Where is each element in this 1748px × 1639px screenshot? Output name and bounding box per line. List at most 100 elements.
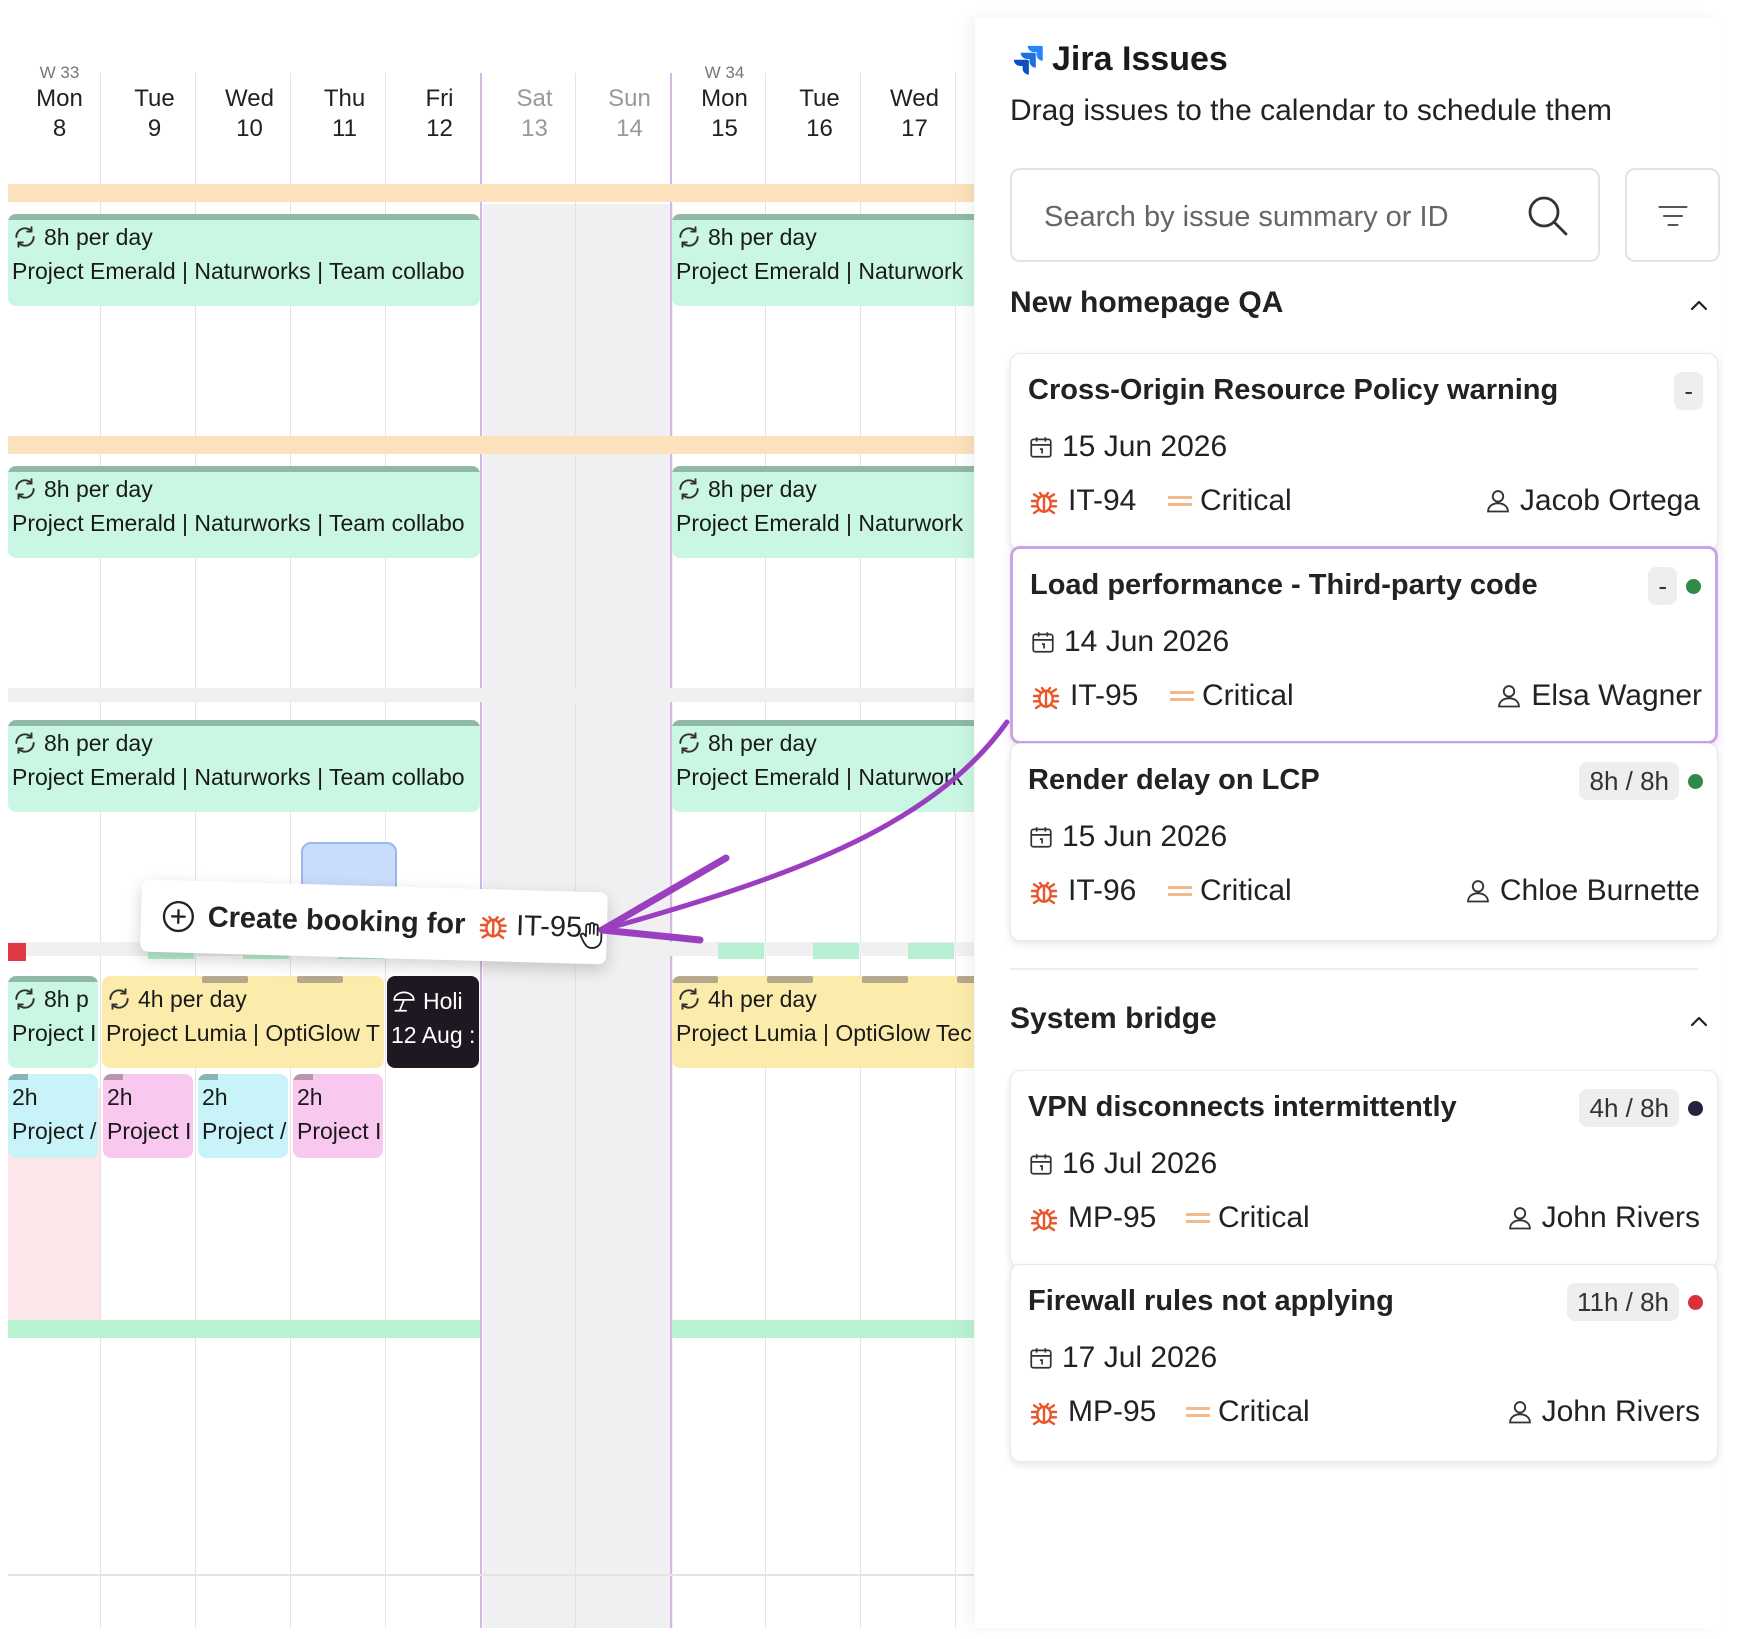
panel-title: Jira Issues <box>1010 40 1228 79</box>
holiday-date: 12 Aug : <box>391 1022 476 1048</box>
search-icon[interactable] <box>1524 192 1572 240</box>
booking-hours: 4h per day <box>708 986 817 1012</box>
issue-key: MP-95 <box>1028 1201 1156 1235</box>
assignee-name: Elsa Wagner <box>1531 679 1702 712</box>
sync-icon <box>679 226 699 248</box>
assignee-name: Jacob Ortega <box>1519 484 1700 517</box>
status-dot <box>1688 774 1703 789</box>
booking-2h[interactable]: 2h Project / <box>8 1074 98 1158</box>
booking-emerald[interactable]: 8h per day Project Emerald | Naturwork <box>672 720 974 812</box>
day-header-sat-13[interactable]: Sat 13 <box>487 70 582 144</box>
issue-card-selected[interactable]: Load performance - Third-party code - 14… <box>1010 546 1718 744</box>
week-label: W 33 <box>39 63 80 82</box>
issue-date: 17 Jul 2026 <box>1028 1341 1217 1375</box>
calendar-icon <box>1030 1348 1052 1369</box>
bug-icon <box>1030 1208 1058 1232</box>
user-icon <box>1508 1401 1531 1424</box>
issue-priority: Critical <box>1186 1201 1310 1235</box>
sync-icon <box>15 478 35 500</box>
search-box[interactable] <box>1010 168 1600 262</box>
booking-hours: 2h <box>12 1084 38 1110</box>
priority-icon <box>1168 496 1192 506</box>
booking-line: 8h per day <box>8 472 480 506</box>
day-header-fri-12[interactable]: Fri 12 <box>392 70 487 144</box>
day-number: 16 <box>806 115 833 142</box>
sync-icon <box>15 732 35 754</box>
day-number: 14 <box>616 115 643 142</box>
assignee-name: John Rivers <box>1541 1395 1700 1428</box>
sync-icon <box>679 732 699 754</box>
issue-priority: Critical <box>1170 679 1294 713</box>
create-booking-tooltip[interactable]: Create booking for IT-95 <box>140 879 608 965</box>
issue-key: IT-94 <box>1028 484 1136 518</box>
booking-project: Project Emerald | Naturwork <box>676 510 964 536</box>
time-badge: 4h / 8h <box>1579 1089 1679 1127</box>
booking-emerald[interactable]: 8h per day Project Emerald | Naturwork <box>672 214 974 306</box>
chevron-up-icon[interactable] <box>1687 1010 1711 1034</box>
booking-lumia[interactable]: 4h per day Project Lumia | OptiGlow T <box>102 976 384 1068</box>
booking-2h[interactable]: 2h Project I <box>103 1074 193 1158</box>
holiday-block[interactable]: Holi 12 Aug : <box>387 976 479 1068</box>
booking-line: 2h <box>103 1080 193 1114</box>
issue-card[interactable]: Render delay on LCP 8h / 8h 15 Jun 2026 … <box>1010 743 1718 941</box>
sync-icon <box>679 988 699 1010</box>
week-label: W 34 <box>704 63 745 82</box>
booking-emerald[interactable]: 8h per day Project Emerald | Naturworks … <box>8 466 480 558</box>
search-input[interactable] <box>1042 194 1516 240</box>
day-header-sun-14[interactable]: Sun 14 <box>582 70 677 144</box>
issue-meta: IT-94 Critical Jacob Ortega <box>1028 484 1700 524</box>
booking-project: Project Emerald | Naturwork <box>676 258 964 284</box>
booking-line: Project Emerald | Naturwork <box>672 506 974 540</box>
issue-date: 16 Jul 2026 <box>1028 1147 1217 1181</box>
issue-priority: Critical <box>1186 1395 1310 1429</box>
grid-line <box>195 73 196 1628</box>
sync-icon <box>679 478 699 500</box>
jira-issues-panel: Jira Issues Drag issues to the calendar … <box>975 18 1720 1628</box>
sync-icon <box>109 988 129 1010</box>
status-dot <box>1688 1101 1703 1116</box>
user-icon <box>1508 1207 1531 1230</box>
booking-lumia[interactable]: 4h per day Project Lumia | OptiGlow Tec <box>672 976 974 1068</box>
booking-2h[interactable]: 2h Project I <box>293 1074 383 1158</box>
booking-2h[interactable]: 2h Project / <box>198 1074 288 1158</box>
booking-hours: 8h per day <box>708 224 817 250</box>
priority-text: Critical <box>1202 679 1294 712</box>
booking-line: 8h per day <box>672 220 974 254</box>
issue-card[interactable]: VPN disconnects intermittently 4h / 8h 1… <box>1010 1070 1718 1268</box>
filter-button[interactable] <box>1625 168 1720 262</box>
day-number: 17 <box>901 115 928 142</box>
day-header-wed-17[interactable]: Wed 17 <box>867 70 962 144</box>
booking-line: 4h per day <box>102 982 384 1016</box>
day-header-mon-15[interactable]: W 34 Mon 15 <box>677 64 772 144</box>
status-dot <box>1688 1295 1703 1310</box>
booking-emerald[interactable]: 8h per day Project Emerald | Naturworks … <box>8 720 480 812</box>
group-title: New homepage QA <box>1010 286 1284 319</box>
calendar-grid[interactable]: W 33 Mon 8 Tue 9 Wed 10 Thu 11 Fri 12 Sat 13 Su… <box>8 18 974 1628</box>
day-header-mon-8[interactable]: W 33 Mon 8 <box>12 64 107 144</box>
day-name: Mon <box>36 85 83 112</box>
group-title: System bridge <box>1010 1002 1217 1035</box>
issue-card[interactable]: Cross-Origin Resource Policy warning - 1… <box>1010 353 1718 551</box>
day-header-tue-16[interactable]: Tue 16 <box>772 70 867 144</box>
day-name: Tue <box>134 85 175 112</box>
day-name: Thu <box>323 85 366 112</box>
day-header-tue-9[interactable]: Tue 9 <box>107 70 202 144</box>
issue-card[interactable]: Firewall rules not applying 11h / 8h 17 … <box>1010 1264 1718 1462</box>
booking-line: 2h <box>8 1080 98 1114</box>
sync-icon <box>15 226 35 248</box>
booking-line: Project Emerald | Naturwork <box>672 760 974 794</box>
booking-line: Project Lumia | OptiGlow Tec <box>672 1016 974 1050</box>
grid-line <box>575 73 576 1628</box>
booking-emerald[interactable]: 8h per day Project Emerald | Naturwork <box>672 466 974 558</box>
chevron-up-icon[interactable] <box>1687 294 1711 318</box>
day-header-wed-10[interactable]: Wed 10 <box>202 70 297 144</box>
day-name: Fri <box>425 85 454 112</box>
issue-date: 14 Jun 2026 <box>1030 625 1229 659</box>
bug-icon <box>1030 881 1058 905</box>
issue-key-text: IT-95 <box>1070 679 1139 712</box>
bug-icon <box>1030 1402 1058 1426</box>
booking-short[interactable]: 8h p Project I <box>8 976 98 1068</box>
day-header-thu-11[interactable]: Thu 11 <box>297 70 392 144</box>
booking-emerald[interactable]: 8h per day Project Emerald | Naturworks … <box>8 214 480 306</box>
issue-meta: IT-95 Critical Elsa Wagner <box>1030 679 1702 719</box>
